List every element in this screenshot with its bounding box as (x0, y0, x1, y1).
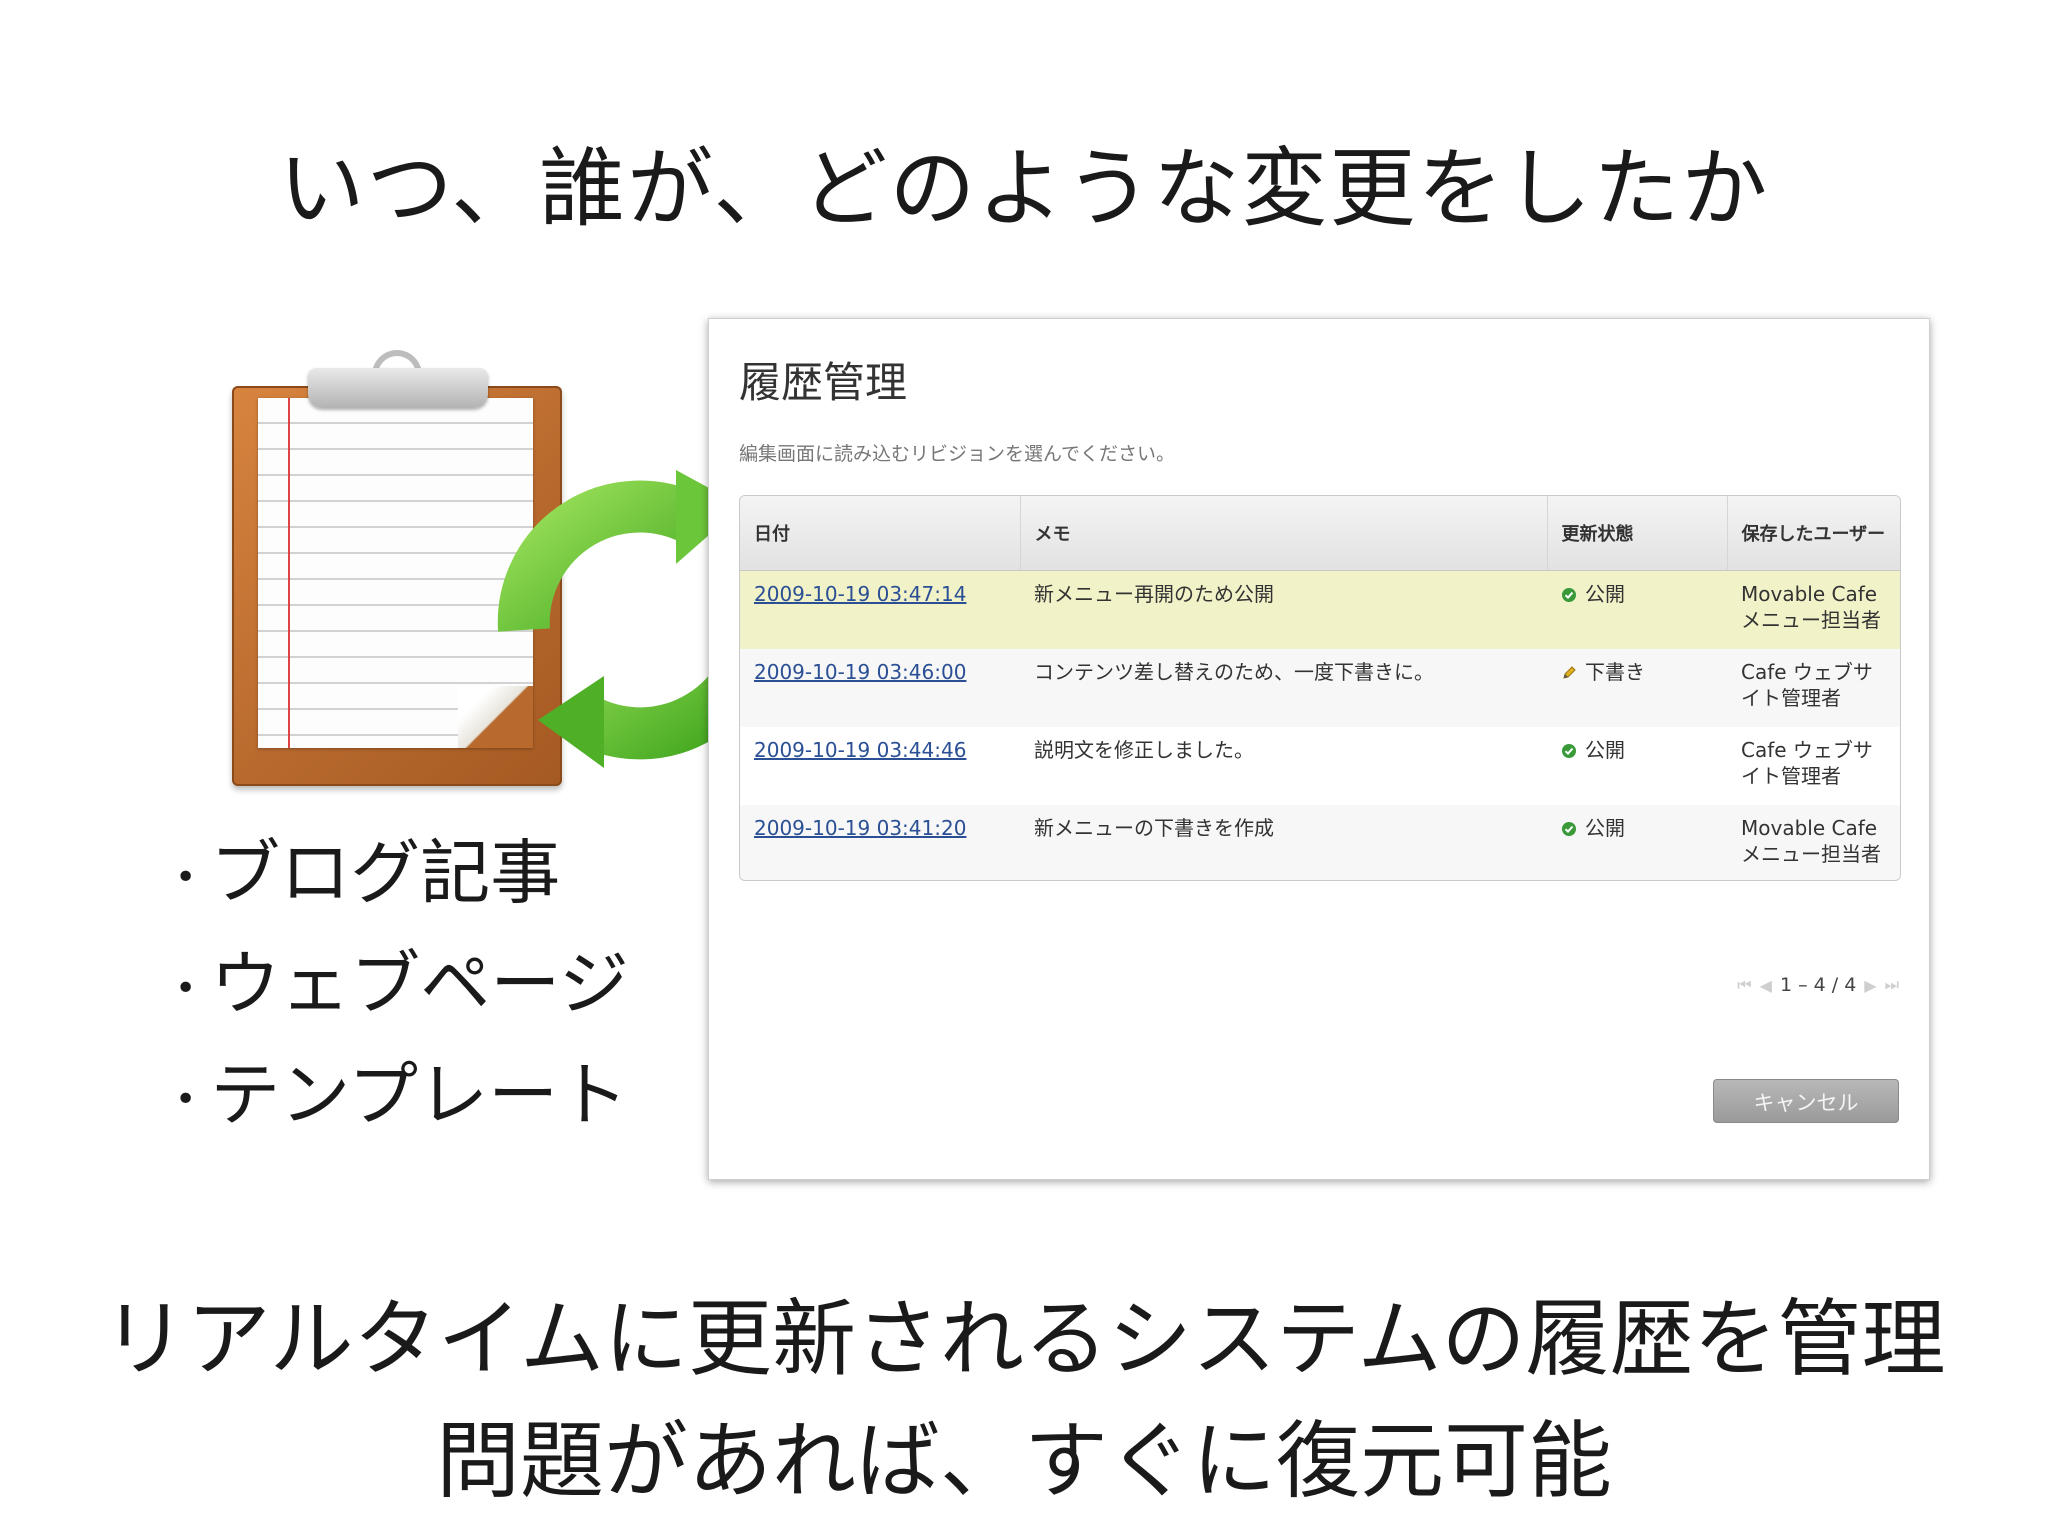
user-cell: Cafe ウェブサイト管理者 (1727, 648, 1900, 727)
status-cell: 公開 (1547, 570, 1727, 649)
column-header-user[interactable]: 保存したユーザー (1727, 496, 1900, 571)
feature-bullet-list: • ブログ記事 • ウェブページ • テンプレート (175, 820, 629, 1153)
slide-title: いつ、誰が、どのような変更をしたか (278, 139, 1770, 239)
memo-cell: コンテンツ差し替えのため、一度下書きに。 (1020, 648, 1547, 727)
bullet-item: • テンプレート (175, 1042, 629, 1153)
table-row: 2009-10-19 03:41:20 新メニューの下書きを作成 公開 Mova… (740, 804, 1900, 880)
bullet-mark: • (175, 1078, 197, 1120)
revision-date-link[interactable]: 2009-10-19 03:41:20 (754, 816, 966, 840)
user-cell: Movable Cafe メニュー担当者 (1727, 570, 1900, 649)
pencil-icon (1563, 665, 1576, 679)
page-range: 1 – 4 / 4 (1779, 974, 1857, 996)
summary-line-2: 問題があれば、すぐに復元可能 (435, 1412, 1612, 1510)
date-cell: 2009-10-19 03:47:14 (740, 570, 1020, 649)
revision-date-link[interactable]: 2009-10-19 03:47:14 (754, 582, 966, 606)
prev-page-icon[interactable]: ◀ (1760, 976, 1772, 995)
bullet-text: ブログ記事 (210, 832, 561, 914)
bullet-text: テンプレート (210, 1053, 629, 1136)
user-cell: Movable Cafe メニュー担当者 (1727, 804, 1900, 880)
status-label: 下書き (1585, 659, 1645, 684)
panel-instruction: 編集画面に読み込むリビジョンを選んでください。 (739, 443, 1176, 465)
memo-cell: 新メニューの下書きを作成 (1020, 804, 1547, 880)
slide: いつ、誰が、どのような変更をしたか • ブログ記事 • ウェブページ • テンプレート… (0, 0, 2048, 1536)
bullet-item: • ブログ記事 (175, 820, 629, 931)
revision-table: 日付 メモ 更新状態 保存したユーザー 2009-10-19 03:47:14 … (740, 496, 1900, 880)
status-label: 公開 (1585, 737, 1625, 762)
table-row: 2009-10-19 03:44:46 説明文を修正しました。 公開 Cafe … (740, 726, 1900, 805)
column-header-status[interactable]: 更新状態 (1547, 496, 1728, 571)
bullet-mark: • (175, 967, 197, 1009)
revision-history-panel: 履歴管理 編集画面に読み込むリビジョンを選んでください。 日付 メモ 更新状態 … (708, 318, 1930, 1180)
summary-line-1: リアルタイムに更新されるシステムの履歴を管理 (102, 1290, 1946, 1388)
user-cell: Cafe ウェブサイト管理者 (1727, 726, 1900, 805)
date-cell: 2009-10-19 03:44:46 (740, 726, 1020, 805)
date-cell: 2009-10-19 03:41:20 (740, 804, 1020, 880)
bullet-mark: • (175, 856, 197, 898)
next-page-icon[interactable]: ▶ (1864, 976, 1876, 995)
panel-title: 履歴管理 (739, 358, 908, 407)
status-label: 公開 (1585, 815, 1625, 840)
cancel-button[interactable]: キャンセル (1713, 1079, 1899, 1123)
table-row: 2009-10-19 03:47:14 新メニュー再開のため公開 公開 Mova… (740, 570, 1900, 649)
last-page-icon[interactable]: ⏭ (1885, 975, 1899, 995)
column-header-date[interactable]: 日付 (740, 496, 1021, 571)
paper-margin-line (288, 398, 290, 748)
status-cell: 公開 (1547, 804, 1727, 880)
status-label: 公開 (1585, 582, 1625, 606)
table-header-row: 日付 メモ 更新状態 保存したユーザー (740, 496, 1900, 571)
bullet-item: • ウェブページ (175, 931, 629, 1042)
check-icon (1562, 821, 1576, 836)
date-cell: 2009-10-19 03:46:00 (740, 648, 1020, 727)
column-header-memo[interactable]: メモ (1020, 496, 1548, 571)
clipboard-clip (308, 368, 488, 408)
status-cell: 下書き (1547, 648, 1727, 727)
table-row: 2009-10-19 03:46:00 コンテンツ差し替えのため、一度下書きに。… (740, 648, 1900, 727)
first-page-icon[interactable]: ⏮ (1737, 975, 1751, 995)
check-icon (1562, 588, 1576, 602)
status-cell: 公開 (1547, 726, 1727, 805)
revision-date-link[interactable]: 2009-10-19 03:46:00 (754, 660, 966, 684)
memo-cell: 新メニュー再開のため公開 (1020, 570, 1547, 649)
revision-table-wrap: 日付 メモ 更新状態 保存したユーザー 2009-10-19 03:47:14 … (739, 495, 1901, 881)
bullet-text: ウェブページ (210, 942, 629, 1025)
pagination: ⏮ ◀ 1 – 4 / 4 ▶ ⏭ (1737, 974, 1899, 996)
memo-cell: 説明文を修正しました。 (1020, 726, 1547, 805)
revision-date-link[interactable]: 2009-10-19 03:44:46 (754, 738, 966, 762)
check-icon (1562, 743, 1576, 758)
